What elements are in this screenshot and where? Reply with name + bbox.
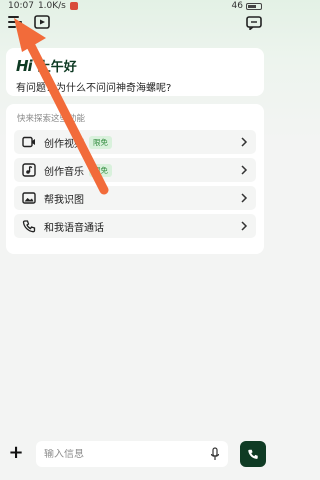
free-badge: 限免 xyxy=(89,163,112,177)
microphone-icon[interactable] xyxy=(210,447,220,461)
music-create-icon xyxy=(22,163,36,177)
new-chat-icon[interactable] xyxy=(246,16,262,30)
greeting-card: Hi 上午好 有问题？为什么不问问神奇海螺呢? xyxy=(6,48,264,96)
status-time: 10:07 xyxy=(8,1,34,11)
chevron-right-icon xyxy=(241,165,248,175)
add-button[interactable]: + xyxy=(6,443,26,463)
feature-create-video[interactable]: 创作视频 限免 xyxy=(14,130,256,154)
status-right-text: 46 xyxy=(231,1,243,11)
message-input-box[interactable] xyxy=(36,441,228,467)
feature-label: 帮我识图 xyxy=(44,194,84,206)
chevron-right-icon xyxy=(241,221,248,231)
feature-label: 创作音乐 xyxy=(44,166,84,178)
chevron-right-icon xyxy=(241,193,248,203)
image-recognize-icon xyxy=(22,192,36,204)
phone-icon xyxy=(248,449,258,459)
features-heading: 快来探索这些功能 xyxy=(17,114,86,124)
voice-call-icon xyxy=(22,220,36,233)
feature-image-recognize[interactable]: 帮我识图 xyxy=(14,186,256,210)
feature-label: 和我语音通话 xyxy=(44,222,104,234)
message-input[interactable] xyxy=(44,448,204,460)
video-create-icon xyxy=(22,136,35,148)
video-chat-icon[interactable] xyxy=(34,15,50,29)
feature-voice-call[interactable]: 和我语音通话 xyxy=(14,214,256,238)
top-bar xyxy=(0,12,270,34)
features-card: 快来探索这些功能 创作视频 限免 创作音乐 限免 帮我识图 和我语音通话 xyxy=(6,104,264,254)
menu-icon[interactable] xyxy=(8,16,22,28)
status-bar: 10:07 1.0K/s 46 xyxy=(0,0,270,12)
input-bar: + xyxy=(0,438,270,472)
feature-label: 创作视频 xyxy=(44,138,84,150)
free-badge: 限免 xyxy=(89,135,112,149)
chevron-right-icon xyxy=(241,137,248,147)
battery-icon xyxy=(246,2,262,10)
greeting-title: 上午好 xyxy=(37,60,77,75)
greeting-subtitle: 有问题？为什么不问问神奇海螺呢? xyxy=(16,83,172,94)
feature-create-music[interactable]: 创作音乐 限免 xyxy=(14,158,256,182)
notification-icon xyxy=(69,2,78,10)
app-logo: Hi xyxy=(16,56,33,75)
voice-call-button[interactable] xyxy=(240,441,266,467)
status-speed: 1.0K/s xyxy=(37,1,66,11)
